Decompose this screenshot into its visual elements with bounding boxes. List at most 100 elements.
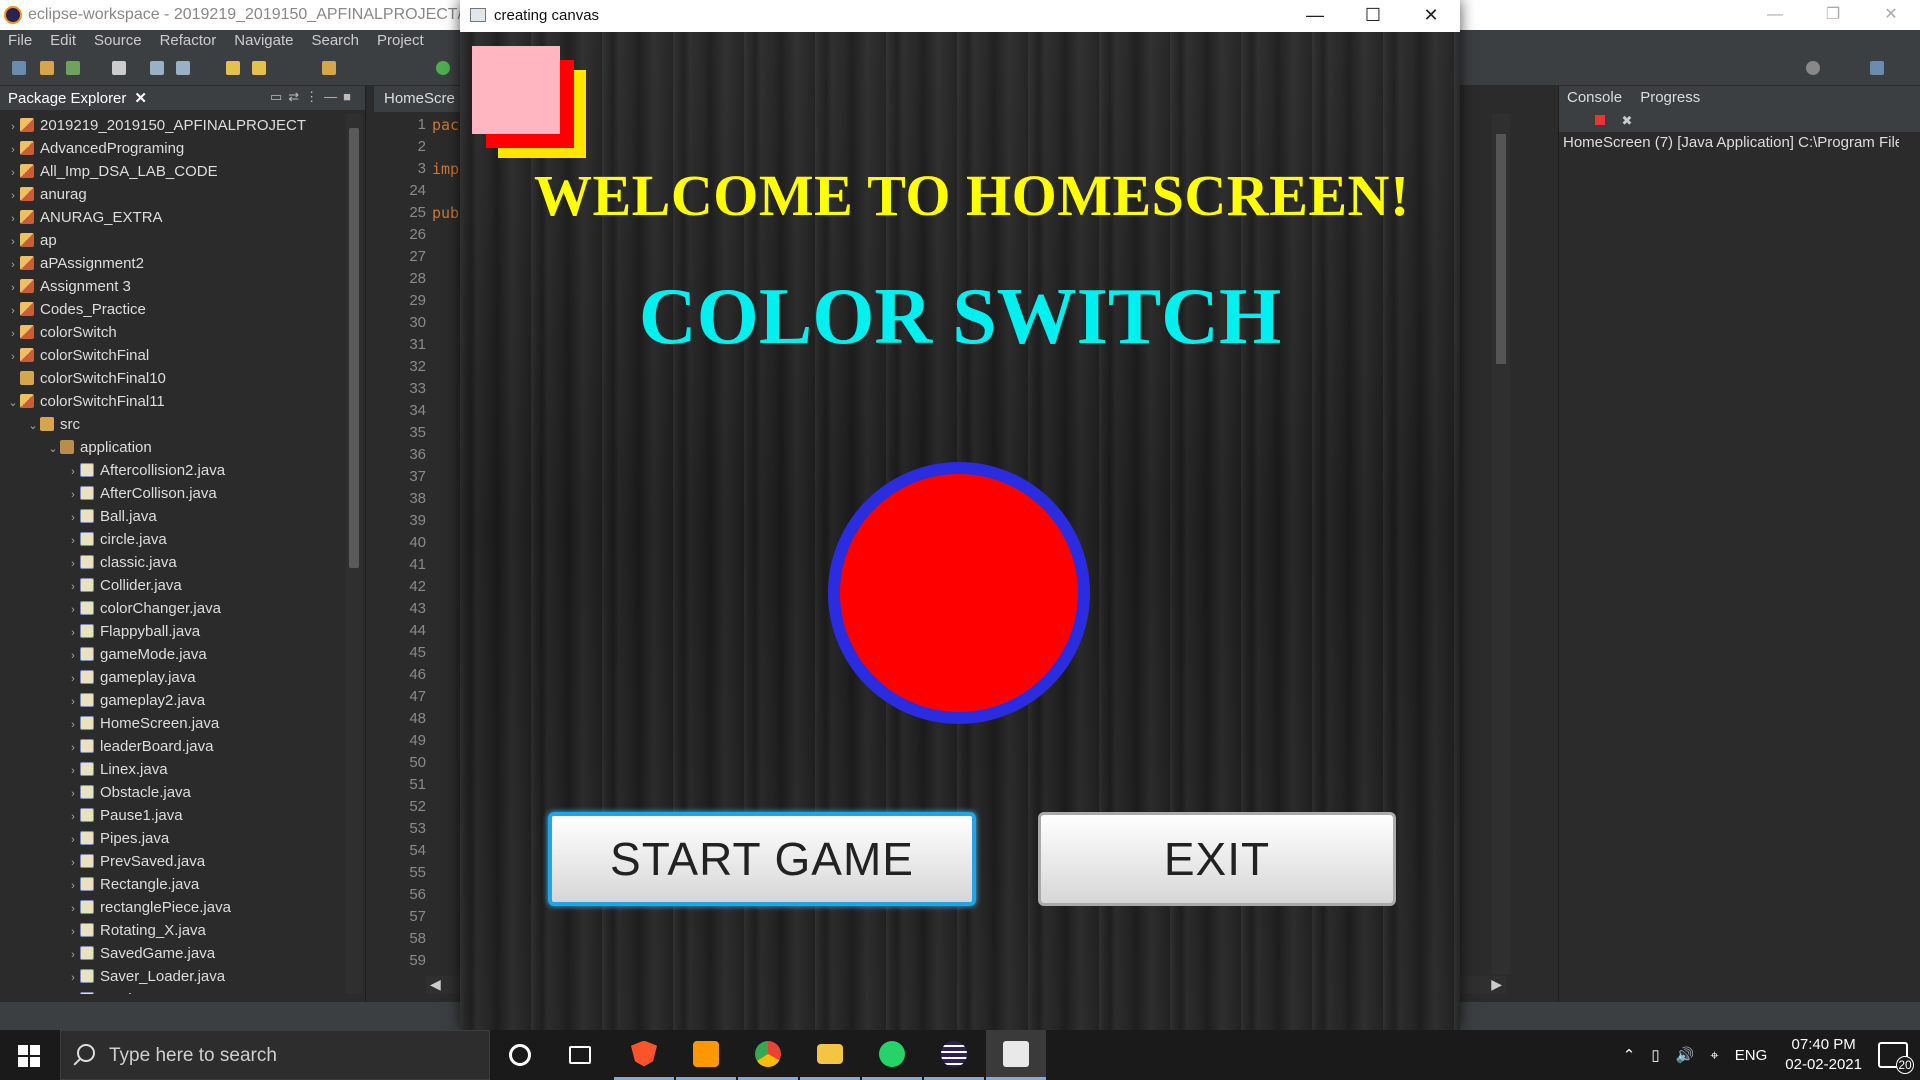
toolbar-refresh-icon[interactable] bbox=[66, 61, 80, 75]
toolbar-debug-icon[interactable] bbox=[252, 61, 266, 75]
tree-item[interactable]: › rectanglePiece.java bbox=[0, 896, 344, 919]
minimize-icon[interactable]: — bbox=[1746, 0, 1804, 30]
chrome-icon[interactable] bbox=[738, 1030, 798, 1080]
tree-item[interactable]: › star.java bbox=[0, 988, 344, 994]
chevron-right-icon[interactable]: › bbox=[6, 139, 20, 162]
tree-item[interactable]: › Aftercollision2.java bbox=[0, 459, 344, 482]
tab-progress[interactable]: Progress bbox=[1640, 89, 1700, 106]
view-toolbar-icons[interactable]: ▭⇄⋮—■ bbox=[270, 89, 357, 105]
tree-item[interactable]: › Assignment 3 bbox=[0, 275, 344, 298]
menu-edit[interactable]: Edit bbox=[42, 30, 86, 52]
tree-item[interactable]: › leaderBoard.java bbox=[0, 735, 344, 758]
code-area[interactable]: pac imp pub bbox=[432, 114, 459, 224]
chevron-right-icon[interactable]: › bbox=[66, 507, 80, 530]
tree-item[interactable]: › gameplay.java bbox=[0, 666, 344, 689]
tree-item[interactable]: ⌄ src bbox=[0, 413, 344, 436]
tree-item[interactable]: › Collider.java bbox=[0, 574, 344, 597]
tree-item[interactable]: › Flappyball.java bbox=[0, 620, 344, 643]
clock[interactable]: 07:40 PM 02-02-2021 bbox=[1785, 1035, 1862, 1075]
editor-vertical-scrollbar[interactable] bbox=[1492, 114, 1510, 974]
chevron-up-icon[interactable]: ⌃ bbox=[1623, 1046, 1636, 1064]
chevron-down-icon[interactable]: ⌄ bbox=[6, 392, 20, 415]
menu-project[interactable]: Project bbox=[369, 30, 434, 52]
close-icon[interactable]: ✕ bbox=[1402, 0, 1460, 32]
chevron-right-icon[interactable]: › bbox=[66, 737, 80, 760]
brave-icon[interactable] bbox=[614, 1030, 674, 1080]
tree-item[interactable]: › Ball.java bbox=[0, 505, 344, 528]
tree-item[interactable]: › Saver_Loader.java bbox=[0, 965, 344, 988]
chevron-right-icon[interactable]: › bbox=[6, 208, 20, 231]
tree-item[interactable]: › anurag bbox=[0, 183, 344, 206]
language-indicator[interactable]: ENG bbox=[1735, 1047, 1768, 1064]
chevron-right-icon[interactable]: › bbox=[66, 783, 80, 806]
menu-navigate[interactable]: Navigate bbox=[226, 30, 303, 52]
menu-source[interactable]: Source bbox=[86, 30, 152, 52]
maximize-icon[interactable]: ☐ bbox=[1344, 0, 1402, 32]
chevron-right-icon[interactable]: › bbox=[66, 921, 80, 944]
tree-item[interactable]: › gameMode.java bbox=[0, 643, 344, 666]
tree-item[interactable]: › PrevSaved.java bbox=[0, 850, 344, 873]
chevron-right-icon[interactable]: › bbox=[66, 875, 80, 898]
tree-item[interactable]: colorSwitchFinal10 bbox=[0, 367, 344, 390]
chevron-right-icon[interactable]: › bbox=[66, 806, 80, 829]
toolbar-new-file-icon[interactable] bbox=[112, 61, 126, 75]
chevron-right-icon[interactable]: › bbox=[66, 599, 80, 622]
close-icon[interactable]: ✕ bbox=[134, 90, 147, 107]
tree-item[interactable]: › classic.java bbox=[0, 551, 344, 574]
chevron-right-icon[interactable]: › bbox=[66, 691, 80, 714]
scroll-left-icon[interactable]: ◀ bbox=[430, 976, 441, 993]
tree-item[interactable]: › colorSwitchFinal bbox=[0, 344, 344, 367]
exit-button[interactable]: EXIT bbox=[1038, 812, 1396, 906]
tree-item[interactable]: ⌄ application bbox=[0, 436, 344, 459]
tree-item[interactable]: › colorChanger.java bbox=[0, 597, 344, 620]
tree-item[interactable]: › All_Imp_DSA_LAB_CODE bbox=[0, 160, 344, 183]
tree-item[interactable]: › AdvancedPrograming bbox=[0, 137, 344, 160]
chevron-right-icon[interactable]: › bbox=[66, 714, 80, 737]
windows-start-icon[interactable] bbox=[18, 1045, 40, 1067]
scrollbar-thumb[interactable] bbox=[1496, 134, 1506, 364]
chevron-right-icon[interactable]: › bbox=[66, 576, 80, 599]
tree-item[interactable]: ⌄ colorSwitchFinal11 bbox=[0, 390, 344, 413]
java-icon[interactable] bbox=[986, 1030, 1046, 1080]
remove-launch-icon[interactable]: ✖ bbox=[1621, 113, 1633, 128]
chevron-right-icon[interactable]: › bbox=[6, 231, 20, 254]
scroll-right-icon[interactable]: ▶ bbox=[1491, 976, 1502, 993]
chevron-right-icon[interactable]: › bbox=[66, 553, 80, 576]
toolbar-search-icon[interactable] bbox=[1806, 61, 1820, 75]
volume-icon[interactable]: 🔊 bbox=[1676, 1046, 1695, 1064]
tree-item[interactable]: › Rotating_X.java bbox=[0, 919, 344, 942]
wifi-icon[interactable]: ⌖ bbox=[1710, 1047, 1718, 1064]
chevron-right-icon[interactable]: › bbox=[66, 760, 80, 783]
tab-console[interactable]: Console bbox=[1567, 89, 1622, 106]
menu-search[interactable]: Search bbox=[303, 30, 369, 52]
start-game-button[interactable]: START GAME bbox=[548, 812, 976, 906]
whatsapp-icon[interactable] bbox=[862, 1030, 922, 1080]
restore-icon[interactable]: ❐ bbox=[1804, 0, 1862, 30]
tree-item[interactable]: › ap bbox=[0, 229, 344, 252]
terminate-icon[interactable] bbox=[1595, 115, 1605, 125]
toolbar-perspective-icon[interactable] bbox=[1870, 61, 1884, 75]
tree-item[interactable]: › SavedGame.java bbox=[0, 942, 344, 965]
menu-refactor[interactable]: Refactor bbox=[152, 30, 227, 52]
eclipse-icon[interactable] bbox=[924, 1030, 984, 1080]
tree-item[interactable]: › Codes_Practice bbox=[0, 298, 344, 321]
task-view-icon[interactable] bbox=[550, 1030, 610, 1080]
toolbar-edit-icon[interactable] bbox=[226, 61, 240, 75]
chevron-down-icon[interactable]: ⌄ bbox=[46, 438, 60, 461]
package-tree-scrollbar[interactable] bbox=[346, 114, 362, 994]
close-icon[interactable]: ✕ bbox=[1862, 0, 1920, 30]
tree-item[interactable]: › Rectangle.java bbox=[0, 873, 344, 896]
editor-tab-homescreen[interactable]: HomeScre bbox=[374, 86, 465, 112]
tree-item[interactable]: › aPAssignment2 bbox=[0, 252, 344, 275]
menu-file[interactable]: File bbox=[0, 30, 42, 52]
chevron-right-icon[interactable]: › bbox=[66, 944, 80, 967]
chevron-right-icon[interactable]: › bbox=[6, 116, 20, 139]
chevron-right-icon[interactable]: › bbox=[66, 967, 80, 990]
battery-icon[interactable]: ▯ bbox=[1651, 1046, 1659, 1064]
chevron-down-icon[interactable]: ⌄ bbox=[26, 415, 40, 438]
toolbar-save-icon[interactable] bbox=[150, 61, 164, 75]
scrollbar-thumb[interactable] bbox=[349, 128, 359, 568]
chevron-right-icon[interactable]: › bbox=[66, 622, 80, 645]
chevron-right-icon[interactable]: › bbox=[66, 898, 80, 921]
notification-icon[interactable]: 20 bbox=[1878, 1042, 1914, 1074]
